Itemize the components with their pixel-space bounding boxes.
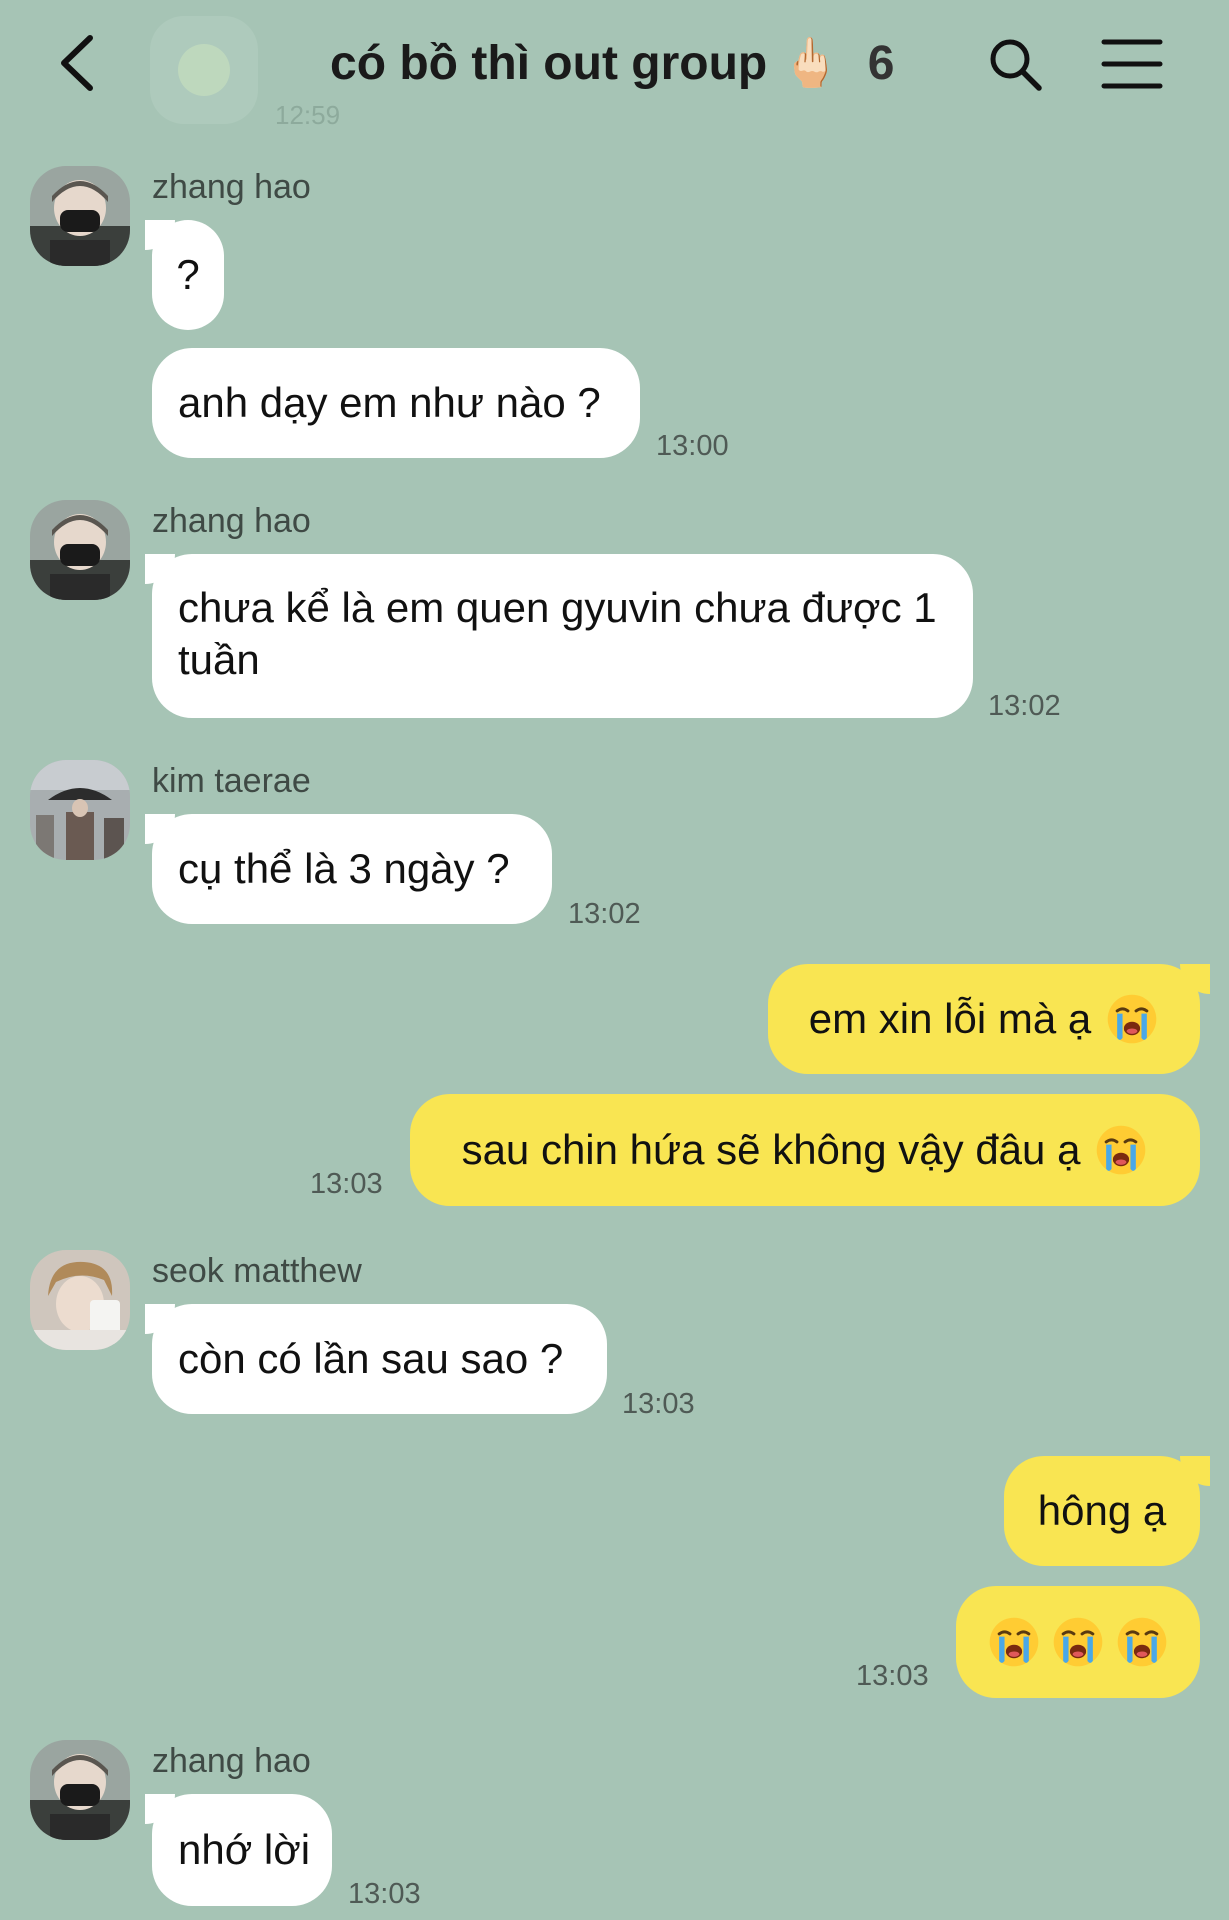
- message-timestamp: 13:02: [568, 898, 641, 930]
- faded-timestamp: 12:59: [275, 100, 341, 130]
- my-message-bubble[interactable]: em xin lỗi mà ạ: [768, 964, 1200, 1074]
- menu-button[interactable]: [1100, 36, 1164, 92]
- my-message-bubble[interactable]: sau chin hứa sẽ không vậy đâu ạ: [410, 1094, 1200, 1206]
- message-text: sau chin hứa sẽ không vậy đâu ạ: [461, 1126, 1081, 1173]
- message-bubble[interactable]: chưa kể là em quen gyuvin chưa được 1 tu…: [152, 554, 973, 718]
- faded-avatar: [150, 16, 258, 124]
- message-text: còn có lần sau sao ?: [178, 1335, 564, 1382]
- sender-name: seok matthew: [152, 1252, 362, 1290]
- my-message-bubble[interactable]: hông ạ: [1004, 1456, 1200, 1566]
- avatar-seok-matthew[interactable]: [30, 1250, 130, 1350]
- message-bubble[interactable]: còn có lần sau sao ?: [152, 1304, 607, 1414]
- message-text: chưa kể là em quen gyuvin chưa được 1 tu…: [178, 584, 937, 683]
- chevron-left-icon: [61, 35, 93, 91]
- my-message-bubble[interactable]: [956, 1586, 1200, 1698]
- message-text: ?: [176, 251, 200, 298]
- avatar-zhang-hao[interactable]: [30, 1740, 130, 1840]
- sender-name: zhang hao: [152, 502, 311, 540]
- message-bubble[interactable]: nhớ lời: [152, 1794, 332, 1906]
- avatar-kim-taerae[interactable]: [30, 760, 130, 860]
- message-text: hông ạ: [1037, 1487, 1167, 1534]
- loudly-crying-face-icon: [1051, 1615, 1105, 1669]
- message-bubble[interactable]: anh dạy em như nào ?: [152, 348, 640, 458]
- avatar-zhang-hao[interactable]: [30, 500, 130, 600]
- message-timestamp: 13:03: [856, 1660, 929, 1692]
- message-bubble[interactable]: cụ thể là 3 ngày ?: [152, 814, 552, 924]
- menu-icon: [1101, 39, 1163, 89]
- sender-name: zhang hao: [152, 168, 311, 206]
- title-emoji: 🖕🏻: [780, 37, 841, 90]
- message-text: nhớ lời: [178, 1826, 311, 1873]
- loudly-crying-face-icon: [1105, 992, 1159, 1046]
- loudly-crying-face-icon: [1115, 1615, 1169, 1669]
- chat-header: 12:59 có bồ thì out group 🖕🏻 6: [0, 0, 1229, 130]
- sender-name: kim taerae: [152, 762, 311, 800]
- chat-title[interactable]: có bồ thì out group 🖕🏻 6: [330, 34, 894, 91]
- message-text: em xin lỗi mà ạ: [808, 995, 1092, 1042]
- avatar-zhang-hao[interactable]: [30, 166, 130, 266]
- message-bubble[interactable]: ?: [152, 220, 224, 330]
- member-count: 6: [867, 37, 895, 90]
- message-timestamp: 13:03: [348, 1878, 421, 1910]
- message-timestamp: 13:02: [988, 690, 1061, 722]
- message-timestamp: 13:00: [656, 430, 729, 462]
- loudly-crying-face-icon: [1094, 1123, 1148, 1177]
- search-button[interactable]: [985, 34, 1045, 94]
- message-text: cụ thể là 3 ngày ?: [178, 845, 510, 892]
- message-timestamp: 13:03: [310, 1168, 383, 1200]
- chat-title-text: có bồ thì out group: [330, 37, 768, 90]
- sender-name: zhang hao: [152, 1742, 311, 1780]
- message-text: anh dạy em như nào ?: [178, 379, 601, 426]
- back-button[interactable]: [50, 28, 110, 98]
- loudly-crying-face-icon: [987, 1615, 1041, 1669]
- message-timestamp: 13:03: [622, 1388, 695, 1420]
- search-icon: [990, 39, 1042, 91]
